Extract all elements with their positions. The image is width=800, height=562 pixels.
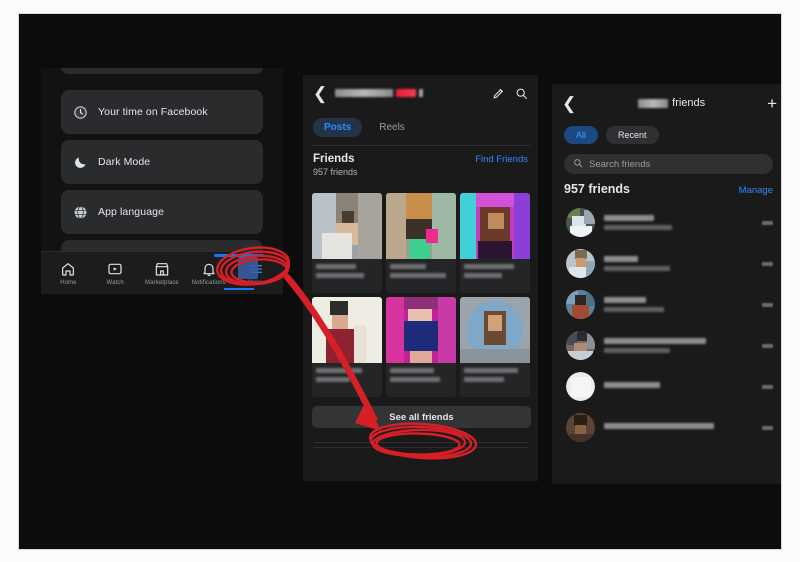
tab-reels[interactable]: Reels (368, 118, 416, 137)
friend-card[interactable] (460, 297, 530, 397)
facebook-friends-list-screen: ❮ friends + All Recent Search friends 95… (552, 84, 782, 484)
setting-label: App language (98, 206, 165, 218)
more-icon[interactable] (762, 261, 773, 266)
avatar (566, 372, 595, 401)
more-icon[interactable] (762, 302, 773, 307)
friend-card[interactable] (312, 297, 382, 397)
profile-header: ❮ (303, 75, 538, 111)
avatar (566, 413, 595, 442)
filter-chip-recent[interactable]: Recent (606, 126, 659, 144)
more-icon[interactable] (762, 425, 773, 430)
friend-photo-pixelated (312, 297, 382, 363)
menu-highlight-underline (224, 288, 254, 290)
nav-item-home[interactable]: Home (46, 261, 90, 286)
screenshot-canvas: Your time on Facebook Dark Mode App lang… (18, 13, 782, 550)
friends-count: 957 friends (564, 182, 631, 196)
plus-icon[interactable]: + (767, 95, 777, 112)
nav-label: Watch (106, 279, 124, 286)
list-item[interactable] (560, 284, 779, 325)
marketplace-icon (154, 261, 170, 277)
watch-icon (107, 261, 123, 277)
friends-grid (312, 193, 531, 397)
avatar (566, 208, 595, 237)
back-chevron-icon[interactable]: ❮ (313, 85, 327, 102)
see-all-friends-button[interactable]: See all friends (312, 406, 531, 428)
friend-photo-pixelated (460, 193, 530, 259)
friends-list-header: ❮ friends + (552, 84, 781, 122)
friends-list-title: friends (576, 97, 767, 109)
avatar (566, 249, 595, 278)
nav-item-notifications[interactable]: Notifications (187, 261, 231, 286)
divider (311, 145, 530, 146)
globe-icon (73, 205, 88, 220)
setting-row-app-language[interactable]: App language (61, 190, 263, 234)
friend-photo-pixelated (386, 193, 456, 259)
search-friends-input[interactable]: Search friends (564, 154, 773, 174)
friends-count: 957 friends (313, 167, 358, 177)
list-item[interactable] (560, 407, 779, 448)
avatar (566, 331, 595, 360)
profile-tabs: Posts Reels (303, 113, 538, 141)
friend-photo-pixelated (460, 297, 530, 363)
friend-photo-pixelated (312, 193, 382, 259)
friend-card[interactable] (312, 193, 382, 293)
nav-item-marketplace[interactable]: Marketplace (140, 261, 184, 286)
setting-row-dark-mode[interactable]: Dark Mode (61, 140, 263, 184)
find-friends-link[interactable]: Find Friends (475, 154, 528, 165)
nav-label: Marketplace (145, 279, 179, 286)
friends-filter-chips: All Recent (564, 126, 659, 144)
list-item[interactable] (560, 325, 779, 366)
nav-label: Menu (247, 279, 264, 286)
nav-item-watch[interactable]: Watch (93, 261, 137, 286)
divider (313, 442, 528, 443)
tab-posts[interactable]: Posts (313, 117, 363, 137)
more-icon[interactable] (762, 343, 773, 348)
menu-highlight-block (238, 257, 258, 279)
search-icon[interactable] (515, 87, 528, 100)
bell-icon (201, 261, 217, 277)
search-placeholder: Search friends (589, 158, 651, 170)
nav-label: Notifications (191, 279, 226, 286)
home-icon (60, 261, 76, 277)
clock-icon (73, 105, 88, 120)
filter-chip-all[interactable]: All (564, 126, 599, 144)
friends-count-row: 957 friends Manage (564, 182, 773, 196)
divider (313, 447, 528, 448)
back-chevron-icon[interactable]: ❮ (562, 95, 576, 112)
manage-link[interactable]: Manage (739, 185, 773, 196)
setting-label: Dark Mode (98, 156, 151, 168)
scrollbar[interactable] (781, 194, 782, 394)
settings-row-partial-top (61, 68, 263, 74)
friend-card[interactable] (386, 297, 456, 397)
pencil-icon[interactable] (492, 87, 505, 100)
friends-section-header: Friends 957 friends Find Friends (313, 153, 528, 177)
friend-card[interactable] (460, 193, 530, 293)
setting-label: Your time on Facebook (98, 106, 208, 118)
see-all-friends-label: See all friends (389, 411, 454, 423)
more-icon[interactable] (762, 384, 773, 389)
avatar (566, 290, 595, 319)
friends-list (560, 202, 779, 448)
facebook-profile-screen: ❮ Posts Reels Friends 957 friends Find F… (303, 75, 538, 481)
list-item[interactable] (560, 366, 779, 407)
moon-icon (73, 155, 88, 170)
more-icon[interactable] (762, 220, 773, 225)
friend-card[interactable] (386, 193, 456, 293)
profile-title-redacted (335, 89, 484, 98)
nav-label: Home (60, 279, 77, 286)
list-item[interactable] (560, 202, 779, 243)
friends-list-title-text: friends (672, 97, 706, 109)
search-icon (573, 155, 583, 173)
list-item[interactable] (560, 243, 779, 284)
setting-row-your-time-on-facebook[interactable]: Your time on Facebook (61, 90, 263, 134)
friend-photo-pixelated (386, 297, 456, 363)
